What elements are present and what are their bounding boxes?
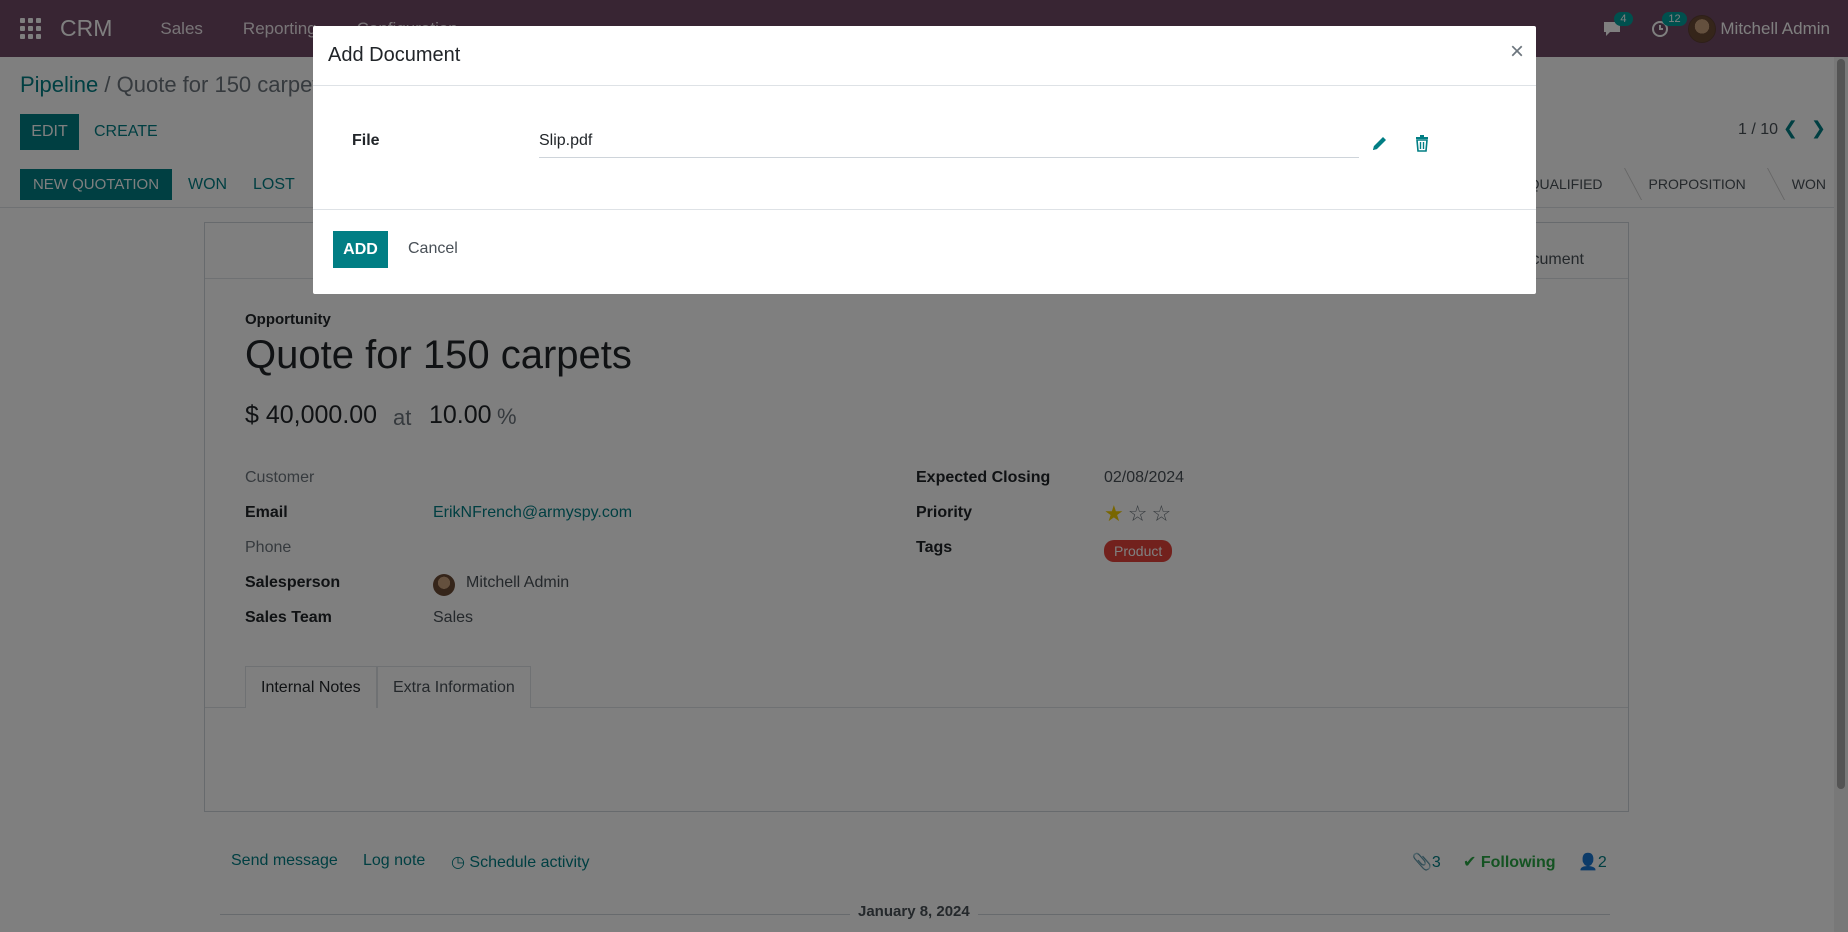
file-field[interactable]: Slip.pdf xyxy=(539,130,1359,158)
dialog-header: Add Document × xyxy=(313,26,1536,86)
file-label: File xyxy=(352,132,380,149)
dialog-body: File Slip.pdf xyxy=(313,86,1536,210)
add-document-dialog: Add Document × File Slip.pdf ADD Cancel xyxy=(313,26,1536,294)
trash-icon[interactable] xyxy=(1412,133,1432,153)
cancel-button[interactable]: Cancel xyxy=(408,240,458,258)
close-icon[interactable]: × xyxy=(1510,40,1524,64)
dialog-title: Add Document xyxy=(328,44,461,66)
add-button[interactable]: ADD xyxy=(333,231,388,268)
dialog-footer: ADD Cancel xyxy=(313,210,1536,294)
pencil-icon[interactable] xyxy=(1370,133,1390,153)
